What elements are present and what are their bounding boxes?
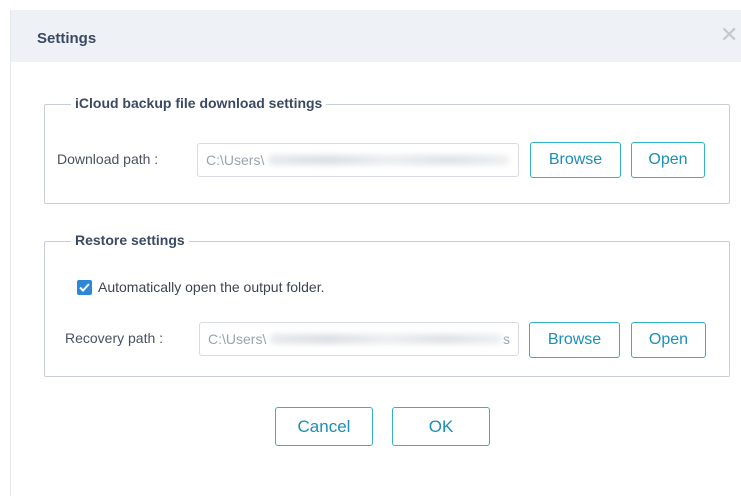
redacted-path-segment (270, 334, 503, 344)
auto-open-option[interactable]: Automatically open the output folder. (77, 279, 324, 295)
ok-button[interactable]: OK (392, 407, 490, 446)
cancel-button[interactable]: Cancel (275, 407, 373, 446)
recovery-path-label: Recovery path : (65, 330, 164, 346)
download-path-input[interactable]: C:\Users\ (197, 143, 519, 177)
download-open-button[interactable]: Open (631, 142, 705, 178)
recovery-browse-button[interactable]: Browse (529, 322, 620, 358)
download-path-value: C:\Users\ (206, 152, 265, 168)
icloud-download-group: iCloud backup file download settings Dow… (44, 95, 730, 204)
dialog-title: Settings (37, 30, 97, 47)
recovery-path-value: C:\Users\ (208, 331, 267, 347)
auto-open-label: Automatically open the output folder. (98, 279, 325, 295)
icloud-group-legend: iCloud backup file download settings (71, 95, 327, 111)
close-icon[interactable]: ✕ (720, 24, 741, 46)
dialog-titlebar: Settings ✕ (11, 10, 741, 62)
checkmark-icon (79, 282, 90, 292)
recovery-open-button[interactable]: Open (631, 322, 706, 358)
settings-dialog: Settings ✕ iCloud backup file download s… (10, 10, 741, 496)
auto-open-checkbox[interactable] (77, 279, 92, 295)
restore-settings-group: Restore settings Automatically open the … (44, 232, 730, 377)
recovery-path-tail: s (503, 331, 510, 347)
download-path-label: Download path : (57, 151, 159, 167)
restore-group-legend: Restore settings (71, 232, 189, 248)
download-browse-button[interactable]: Browse (530, 142, 621, 178)
redacted-path-segment (268, 155, 510, 165)
recovery-path-input[interactable]: C:\Users\ s (199, 322, 519, 356)
